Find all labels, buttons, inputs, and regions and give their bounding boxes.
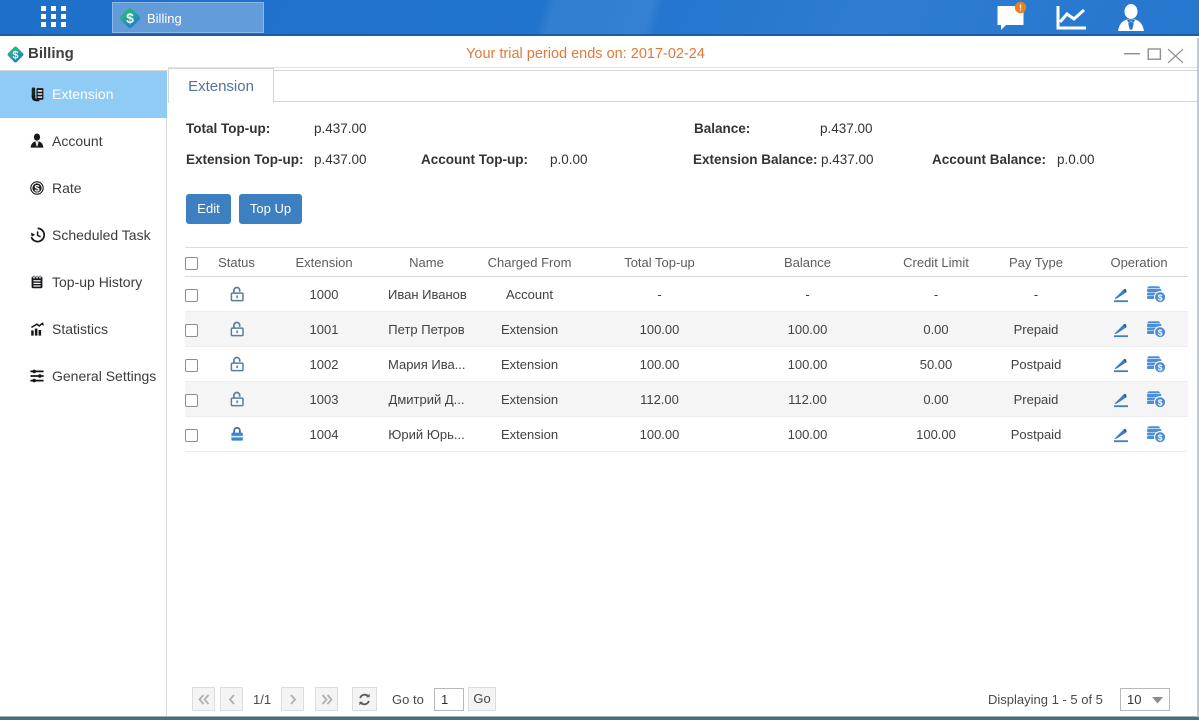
svg-text:$: $: [126, 10, 134, 26]
svg-text:!: !: [1019, 3, 1022, 13]
